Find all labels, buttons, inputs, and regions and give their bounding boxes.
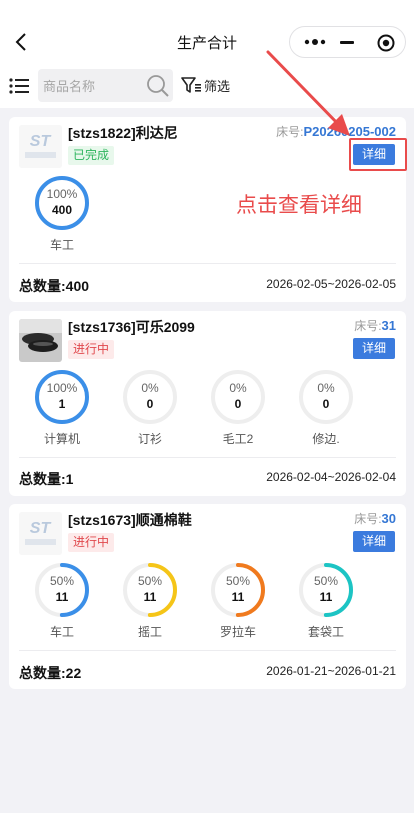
annotation-text: 点击查看详细	[236, 194, 362, 217]
annotation-highlight-box	[349, 138, 407, 171]
process-item: 50% 11 车工	[32, 562, 92, 640]
process-item: 0% 0 毛工2	[208, 369, 268, 447]
shoe-photo-icon	[19, 319, 62, 362]
order-title: [stzs1822]利达尼	[68, 125, 178, 141]
process-name: 车工	[49, 625, 74, 639]
status-badge: 已完成	[68, 146, 115, 165]
process-percent: 100%	[46, 381, 78, 395]
process-name: 毛工2	[222, 432, 254, 446]
svg-text:ST: ST	[30, 133, 52, 150]
product-thumbnail: ST	[19, 125, 62, 168]
order-card[interactable]: ST [stzs1673]顺通棉鞋 床号:30 进行中 详细 50% 11 车工…	[9, 504, 406, 689]
process-name: 计算机	[43, 432, 80, 446]
more-icon[interactable]	[303, 35, 327, 49]
annotation-arrow-icon	[266, 50, 350, 136]
process-percent: 50%	[225, 574, 251, 588]
progress-ring: 50% 11	[210, 562, 266, 618]
list-icon[interactable]	[9, 78, 29, 94]
close-miniapp-icon[interactable]	[377, 34, 395, 52]
search-box	[38, 69, 173, 102]
brand-logo-icon: ST	[19, 125, 62, 168]
date-range: 2026-02-05~2026-02-05	[266, 277, 396, 291]
product-thumbnail: ST	[19, 512, 62, 555]
progress-ring: 0% 0	[298, 369, 354, 425]
progress-ring: 100% 400	[34, 175, 90, 231]
divider	[19, 650, 396, 651]
divider	[19, 263, 396, 264]
total-quantity: 总数量:22	[19, 665, 82, 681]
process-percent: 50%	[313, 574, 339, 588]
process-percent: 50%	[137, 574, 163, 588]
progress-ring: 50% 11	[122, 562, 178, 618]
process-qty: 0	[322, 397, 330, 411]
process-item: 100% 1 计算机	[32, 369, 92, 447]
brand-logo-icon: ST	[19, 512, 62, 555]
svg-text:ST: ST	[30, 520, 52, 537]
total-quantity: 总数量:400	[19, 278, 90, 294]
process-qty: 1	[58, 397, 66, 411]
bed-number: 床号:30	[354, 511, 396, 526]
process-qty: 11	[231, 590, 245, 604]
status-badge: 进行中	[68, 340, 115, 359]
divider	[19, 457, 396, 458]
process-item: 0% 0 订衫	[120, 369, 180, 447]
filter-label: 筛选	[204, 78, 231, 94]
total-quantity: 总数量:1	[19, 471, 74, 487]
detail-button[interactable]: 详细	[353, 531, 395, 552]
process-percent: 0%	[141, 381, 159, 395]
product-thumbnail	[19, 319, 62, 362]
filter-button[interactable]: 筛选	[181, 75, 230, 95]
process-qty: 11	[55, 590, 69, 604]
process-item: 50% 11 罗拉车	[208, 562, 268, 640]
progress-ring: 50% 11	[298, 562, 354, 618]
process-qty: 0	[146, 397, 154, 411]
progress-ring: 0% 0	[210, 369, 266, 425]
process-name: 车工	[49, 238, 74, 252]
detail-button[interactable]: 详细	[353, 338, 395, 359]
bed-number: 床号:31	[354, 318, 396, 333]
date-range: 2026-01-21~2026-01-21	[266, 664, 396, 678]
process-percent: 50%	[49, 574, 75, 588]
date-range: 2026-02-04~2026-02-04	[266, 470, 396, 484]
progress-ring: 0% 0	[122, 369, 178, 425]
process-name: 套袋工	[307, 625, 344, 639]
process-qty: 0	[234, 397, 242, 411]
progress-ring: 100% 1	[34, 369, 90, 425]
process-qty: 400	[51, 203, 73, 217]
process-qty: 11	[143, 590, 157, 604]
minimize-icon[interactable]	[340, 41, 354, 44]
filter-icon	[181, 77, 201, 93]
process-item: 0% 0 修边.	[296, 369, 356, 447]
progress-ring: 50% 11	[34, 562, 90, 618]
process-item: 50% 11 摇工	[120, 562, 180, 640]
status-badge: 进行中	[68, 533, 115, 552]
process-name: 修边.	[312, 432, 340, 446]
process-qty: 11	[319, 590, 333, 604]
process-item: 100% 400 车工	[32, 175, 92, 253]
order-title: [stzs1673]顺通棉鞋	[68, 512, 192, 528]
order-title: [stzs1736]可乐2099	[68, 319, 195, 335]
search-icon[interactable]	[146, 74, 170, 98]
process-percent: 0%	[229, 381, 247, 395]
process-item: 50% 11 套袋工	[296, 562, 356, 640]
process-percent: 0%	[317, 381, 335, 395]
search-input[interactable]	[43, 77, 143, 95]
process-name: 摇工	[137, 625, 162, 639]
process-name: 罗拉车	[219, 625, 256, 639]
process-percent: 100%	[46, 187, 78, 201]
process-name: 订衫	[137, 432, 162, 446]
order-card[interactable]: [stzs1736]可乐2099 床号:31 进行中 详细 100% 1 计算机…	[9, 311, 406, 496]
